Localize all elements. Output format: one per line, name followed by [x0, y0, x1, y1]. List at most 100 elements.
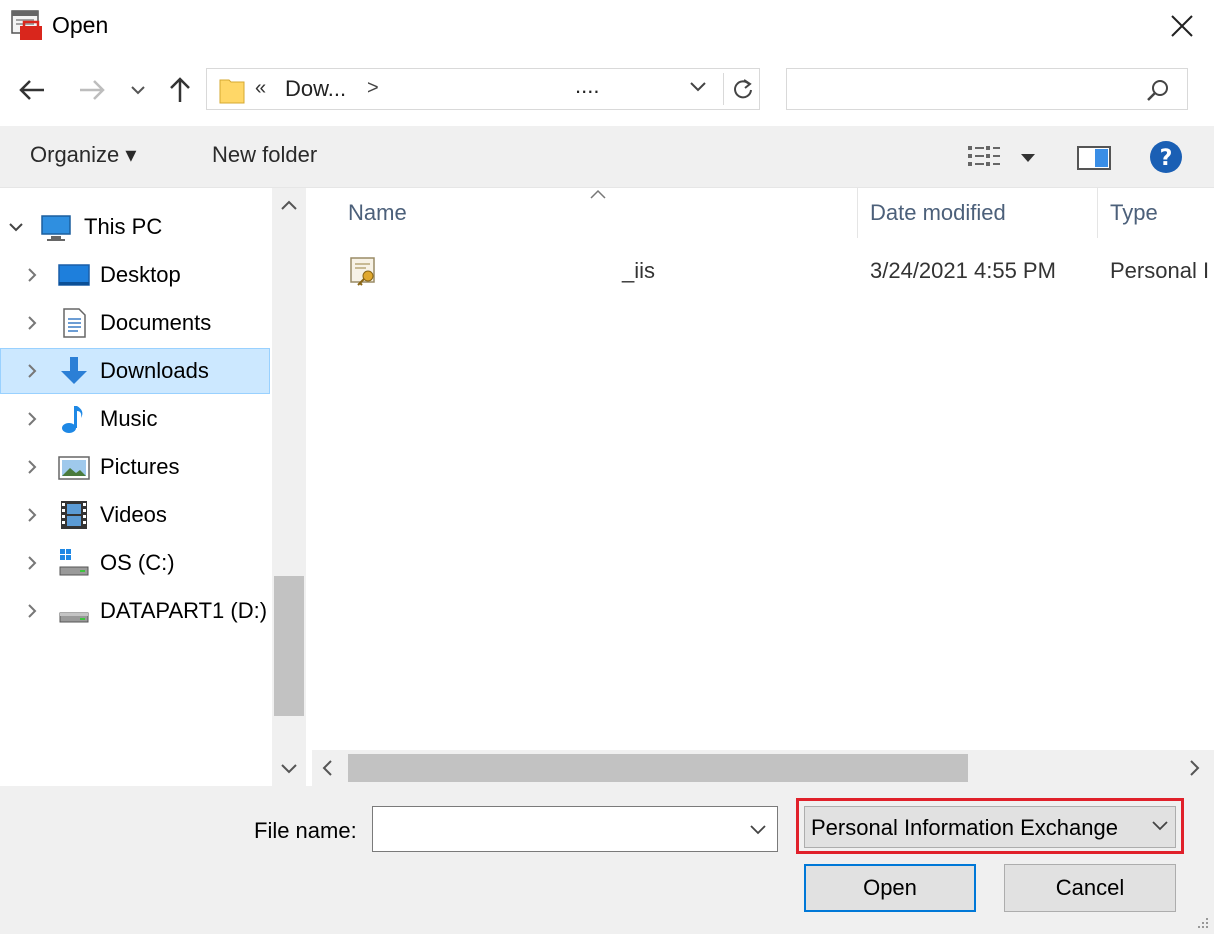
file-type: Personal I	[1110, 258, 1210, 283]
close-button[interactable]	[1156, 4, 1208, 48]
open-button[interactable]: Open	[804, 864, 976, 912]
scroll-left-icon[interactable]	[320, 759, 334, 777]
music-note-icon	[62, 406, 83, 433]
organize-menu[interactable]: Organize ▾	[30, 142, 136, 168]
recent-locations-button[interactable]	[124, 72, 152, 108]
column-header-type[interactable]: Type	[1110, 200, 1158, 226]
download-arrow-icon	[61, 357, 87, 384]
breadcrumb-chevron[interactable]: >	[367, 77, 379, 100]
chevron-right-icon	[28, 460, 37, 474]
tree-label: Documents	[100, 310, 212, 335]
details-view-icon	[968, 146, 1000, 166]
expand-toggle[interactable]	[22, 505, 42, 525]
column-header-date-modified[interactable]: Date modified	[870, 200, 1006, 226]
arrow-up-icon	[170, 77, 190, 102]
expand-toggle[interactable]	[22, 553, 42, 573]
tree-item-music[interactable]: Music	[0, 396, 270, 442]
tree-label: Desktop	[100, 262, 181, 287]
expand-toggle[interactable]	[6, 217, 26, 237]
forward-button[interactable]	[76, 72, 108, 108]
search-box[interactable]	[786, 68, 1188, 110]
dialog-footer: File name: Personal Information Exchange…	[0, 786, 1214, 934]
caret-down-icon	[1021, 154, 1035, 162]
nav-scroll-thumb[interactable]	[274, 576, 304, 716]
table-row[interactable]: _iis 3/24/2021 4:55 PM Personal I	[312, 248, 1214, 294]
close-icon	[1171, 15, 1193, 37]
desktop-icon	[58, 264, 90, 286]
chevron-right-icon	[28, 508, 37, 522]
preview-pane-button[interactable]	[1076, 142, 1112, 174]
column-header-name[interactable]: Name	[348, 200, 407, 226]
chevron-down-icon	[9, 223, 23, 232]
chevron-right-icon	[28, 604, 37, 618]
film-icon	[61, 501, 87, 529]
help-button[interactable]: ?	[1148, 139, 1184, 175]
nav-scrollbar[interactable]	[272, 188, 306, 786]
file-name: _iis	[622, 258, 656, 283]
file-name-input[interactable]	[379, 815, 739, 843]
breadcrumb-subfolder[interactable]: ....	[575, 73, 599, 99]
app-icon	[11, 10, 42, 40]
tree-item-downloads[interactable]: Downloads	[0, 348, 270, 394]
arrow-right-icon	[80, 80, 105, 100]
expand-toggle[interactable]	[22, 457, 42, 477]
hscroll-thumb[interactable]	[348, 754, 968, 782]
tree-item-this-pc[interactable]: This PC	[0, 204, 270, 250]
chevron-down-icon[interactable]	[749, 823, 767, 837]
file-name-combobox[interactable]	[372, 806, 778, 852]
svg-text:?: ?	[1160, 146, 1173, 171]
hard-drive-icon	[59, 612, 89, 623]
chevron-right-icon	[28, 316, 37, 330]
expand-toggle[interactable]	[22, 265, 42, 285]
tree-item-datapart1-d[interactable]: DATAPART1 (D:)	[0, 588, 270, 634]
expand-toggle[interactable]	[22, 313, 42, 333]
preview-pane-icon	[1077, 146, 1111, 170]
navigation-pane: This PC Desktop Documents Downloads Musi…	[0, 188, 306, 786]
file-list-hscrollbar[interactable]	[312, 750, 1214, 786]
chevron-down-icon	[131, 86, 145, 95]
refresh-button[interactable]	[727, 73, 759, 105]
tree-item-pictures[interactable]: Pictures	[0, 444, 270, 490]
tree-item-os-c[interactable]: OS (C:)	[0, 540, 270, 586]
overflow-breadcrumb[interactable]: «	[255, 77, 266, 100]
breadcrumb-downloads[interactable]: Dow...	[285, 76, 346, 102]
search-input[interactable]	[795, 75, 1135, 103]
scroll-up-icon[interactable]	[280, 198, 298, 212]
resize-grip-icon[interactable]	[1192, 916, 1210, 930]
file-type-selected: Personal Information Exchange	[811, 815, 1118, 840]
tree-label: Music	[100, 406, 158, 431]
system-drive-icon	[59, 549, 89, 576]
tree-item-documents[interactable]: Documents	[0, 300, 270, 346]
column-divider[interactable]	[1097, 188, 1098, 238]
tree-label: DATAPART1 (D:)	[100, 598, 268, 623]
search-icon[interactable]	[1145, 78, 1171, 104]
command-bar: Organize ▾ New folder ?	[0, 126, 1214, 188]
back-button[interactable]	[16, 72, 48, 108]
scroll-right-icon[interactable]	[1188, 759, 1202, 777]
sort-up-icon	[590, 189, 606, 199]
tree-item-desktop[interactable]: Desktop	[0, 252, 270, 298]
tree-label: This PC	[84, 214, 163, 239]
expand-toggle[interactable]	[22, 601, 42, 621]
new-folder-button[interactable]: New folder	[212, 142, 317, 168]
cancel-button[interactable]: Cancel	[1004, 864, 1176, 912]
tree-label: Videos	[100, 502, 167, 527]
expand-toggle[interactable]	[22, 409, 42, 429]
up-button[interactable]	[164, 72, 196, 108]
file-type-dropdown[interactable]: Personal Information Exchange	[804, 806, 1176, 848]
folder-icon	[219, 79, 245, 104]
view-options-button[interactable]	[966, 142, 1042, 174]
tree-label: Downloads	[100, 358, 209, 383]
title-bar: Open	[0, 0, 1214, 52]
documents-icon	[63, 308, 86, 338]
tree-item-videos[interactable]: Videos	[0, 492, 270, 538]
chevron-right-icon	[28, 556, 37, 570]
tree-label: Pictures	[100, 454, 180, 479]
certificate-file-icon	[350, 257, 375, 286]
help-icon: ?	[1150, 141, 1182, 173]
expand-toggle[interactable]	[22, 361, 42, 381]
scroll-down-icon[interactable]	[280, 762, 298, 776]
column-divider[interactable]	[857, 188, 858, 238]
chevron-down-icon[interactable]	[689, 80, 707, 94]
address-bar[interactable]: « Dow... > ....	[206, 68, 760, 110]
